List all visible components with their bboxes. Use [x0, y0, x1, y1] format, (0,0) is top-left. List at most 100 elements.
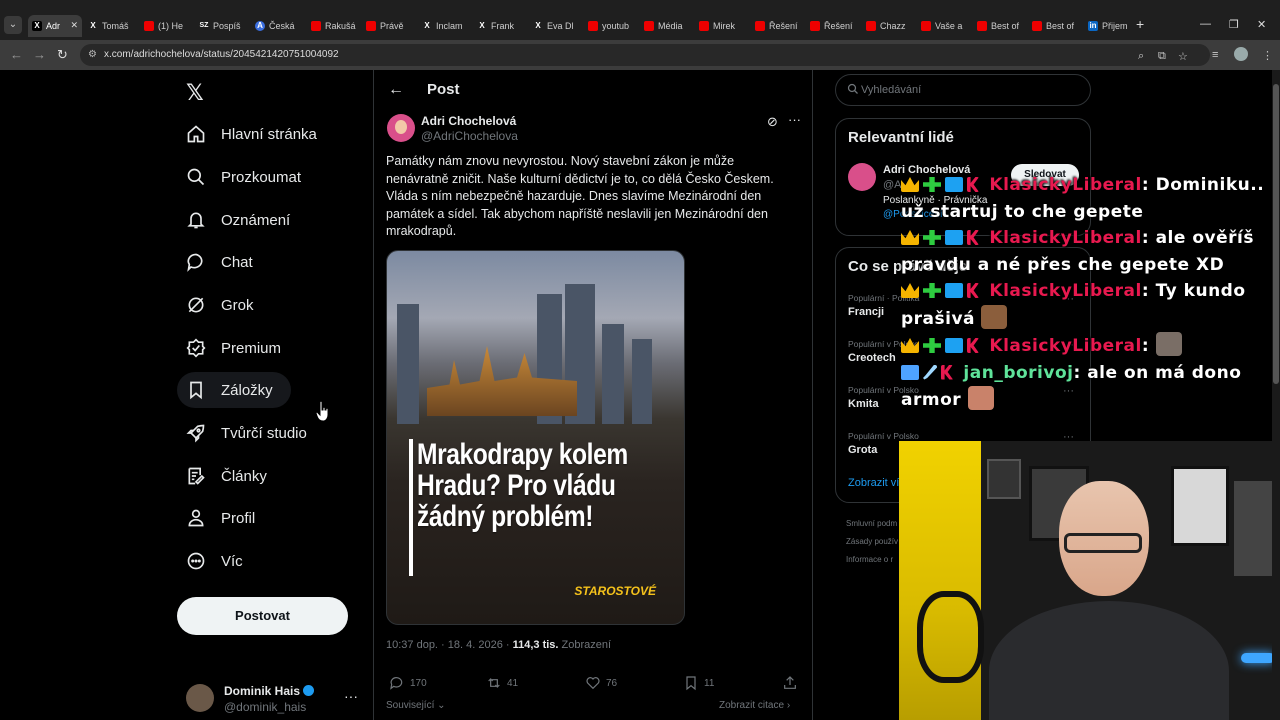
rocket-icon — [185, 422, 207, 444]
youtube-icon — [1032, 21, 1042, 31]
youtube-icon — [311, 21, 321, 31]
more-icon[interactable]: ··· — [788, 112, 801, 127]
zoom-icon[interactable]: ⌕ — [1138, 50, 1144, 63]
more-icon[interactable]: ··· — [344, 688, 358, 704]
maximize-icon[interactable]: ❐ — [1229, 18, 1239, 31]
browser-tab[interactable]: Vaše a — [917, 15, 971, 37]
browser-tab[interactable]: Právě — [362, 15, 416, 37]
footer-link[interactable]: Informace o r — [846, 555, 893, 564]
browser-tab[interactable]: X Eva Dl — [529, 15, 583, 37]
nav-item-chat[interactable]: Chat — [177, 244, 265, 280]
nav-item-more[interactable]: Víc — [177, 543, 255, 579]
related-dropdown[interactable]: Související ⌄ — [386, 700, 446, 711]
avatar[interactable] — [848, 163, 876, 191]
x-logo-icon[interactable]: 𝕏 — [186, 80, 204, 106]
bell-icon — [185, 209, 207, 231]
x-icon: X — [424, 21, 430, 30]
browser-tab[interactable]: Best of — [1028, 15, 1082, 37]
close-window-icon[interactable]: ✕ — [1257, 18, 1266, 31]
nav-item-notifications[interactable]: Oznámení — [177, 202, 302, 238]
nav-label: Chat — [221, 253, 253, 271]
view-quotes-link[interactable]: Zobrazit citace › — [719, 700, 790, 711]
browser-tab[interactable]: (1) He — [140, 15, 194, 37]
browser-tab[interactable]: Média — [640, 15, 694, 37]
post-image[interactable]: Mrakodrapy kolem Hradu? Pro vládu žádný … — [386, 250, 685, 625]
reply-count: 170 — [410, 677, 427, 689]
reply-button[interactable]: 170 — [389, 675, 427, 691]
browser-tab[interactable]: Řešení — [751, 15, 805, 37]
footer-link[interactable]: Zásady použív — [846, 537, 898, 546]
trend-name: Grota — [848, 444, 878, 456]
repost-button[interactable]: 41 — [486, 675, 518, 691]
search-input[interactable]: Vyhledávání — [835, 74, 1091, 106]
browser-tab[interactable]: X Adr ✕ — [28, 15, 82, 37]
post-button[interactable]: Postovat — [177, 597, 348, 635]
reload-icon[interactable]: ↻ — [57, 47, 68, 63]
crown-badge-icon — [901, 338, 919, 353]
share-button[interactable] — [782, 675, 803, 691]
skyscraper — [632, 339, 652, 424]
reply-icon — [390, 677, 403, 690]
scrollbar[interactable] — [1272, 70, 1280, 720]
avatar[interactable] — [387, 114, 415, 142]
url-text[interactable]: x.com/adrichochelova/status/204542142075… — [104, 49, 339, 60]
youtube-icon — [699, 21, 709, 31]
nav-item-explore[interactable]: Prozkoumat — [177, 159, 313, 195]
avatar[interactable] — [1234, 47, 1248, 61]
relevant-handle[interactable]: @A — [883, 179, 902, 191]
browser-tab[interactable]: X Frank — [473, 15, 527, 37]
scrollbar-thumb[interactable] — [1273, 84, 1279, 384]
browser-tab[interactable]: X Inclam — [418, 15, 472, 37]
browser-tab[interactable]: Mirek — [695, 15, 749, 37]
nav-label: Záložky — [221, 381, 273, 399]
articles-icon — [185, 465, 207, 487]
browser-tab[interactable]: Řešení — [806, 15, 860, 37]
bookmark-star-icon[interactable]: ☆ — [1178, 50, 1188, 63]
nav-item-grok[interactable]: Grok — [177, 287, 266, 323]
back-arrow-icon[interactable]: ← — [388, 81, 404, 99]
nav-item-profile[interactable]: Profil — [177, 500, 267, 536]
back-arrow-icon[interactable]: ← — [10, 47, 23, 62]
browser-tab[interactable]: Rakušá — [307, 15, 361, 37]
author-handle[interactable]: @AdriChochelova — [421, 129, 518, 143]
media-icon[interactable]: ≡ — [1212, 49, 1218, 61]
close-tab-icon[interactable]: ✕ — [70, 20, 78, 31]
address-bar[interactable]: ⚙ x.com/adrichochelova/status/2045421420… — [80, 44, 1210, 66]
nav-item-articles[interactable]: Články — [177, 458, 279, 494]
browser-tab[interactable]: A Česká — [251, 15, 305, 37]
youtube-icon — [977, 21, 987, 31]
site-info-icon[interactable]: ⚙ — [88, 49, 100, 61]
nav-item-creator-studio[interactable]: Tvůrčí studio — [177, 415, 319, 451]
grok-explain-icon[interactable]: ⊘ — [767, 114, 778, 130]
browser-tab[interactable]: X Tomáš — [84, 15, 138, 37]
footer-link[interactable]: Smluvní podm — [846, 519, 897, 528]
emote-icon — [967, 386, 994, 410]
new-tab-icon[interactable]: + — [1136, 16, 1144, 32]
browser-tab[interactable]: SZ Pospíš — [195, 15, 249, 37]
bookmark-button[interactable]: 11 — [683, 675, 714, 691]
show-more-link[interactable]: Zobrazit víc — [848, 477, 905, 489]
image-headline: Mrakodrapy kolem Hradu? Pro vládu žádný … — [417, 438, 628, 533]
browser-tab[interactable]: Chazz — [862, 15, 916, 37]
linkedin-icon: in — [1088, 21, 1098, 31]
nav-item-home[interactable]: Hlavní stránka — [177, 116, 329, 152]
wall-picture — [1171, 466, 1229, 546]
chat-username: KlasickyLiberal — [989, 336, 1142, 356]
forward-arrow-icon[interactable]: → — [33, 47, 46, 62]
post-timestamp[interactable]: 10:37 dop. · 18. 4. 2026 · — [386, 639, 513, 651]
author-name[interactable]: Adri Chochelová — [421, 114, 516, 128]
account-switcher[interactable]: Dominik Hais @dominik_hais ··· — [186, 684, 361, 714]
tab-search-button[interactable]: ⌄ — [4, 16, 22, 34]
nav-item-bookmarks[interactable]: Záložky — [177, 372, 291, 408]
chrome-menu-icon[interactable]: ⋮ — [1262, 49, 1273, 62]
x-icon: X — [535, 21, 541, 30]
minimize-icon[interactable]: — — [1200, 18, 1211, 30]
install-icon[interactable]: ⧉ — [1158, 50, 1166, 63]
browser-tab[interactable]: youtub — [584, 15, 638, 37]
browser-tab[interactable]: in Přijem — [1084, 15, 1138, 37]
gg-badge-icon — [901, 364, 919, 380]
blue-light — [1241, 653, 1275, 663]
like-button[interactable]: 76 — [585, 675, 617, 691]
browser-tab[interactable]: Best of — [973, 15, 1027, 37]
nav-item-premium[interactable]: Premium — [177, 330, 293, 366]
